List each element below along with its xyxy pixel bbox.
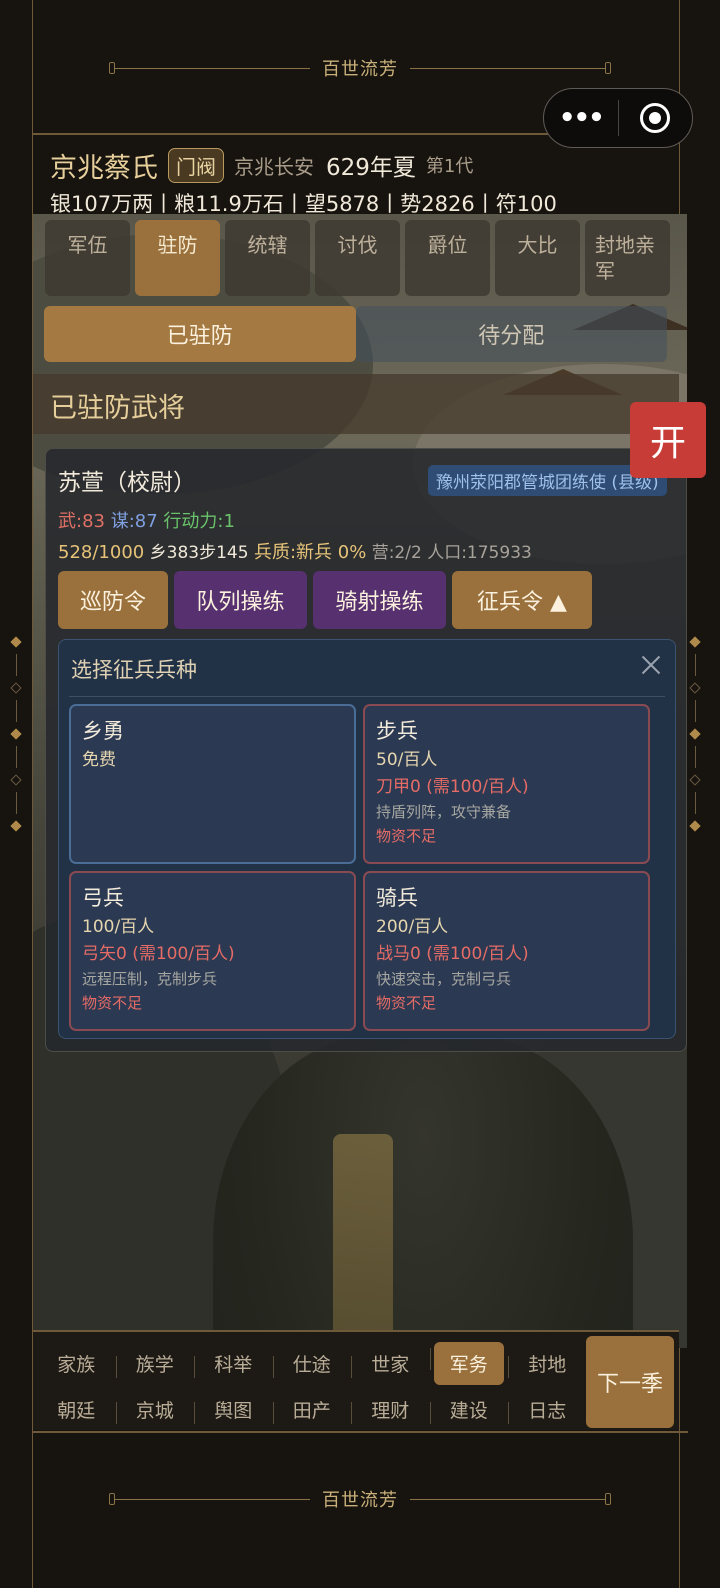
general-card: 苏萱（校尉） 豫州荥阳郡管城团练使 (县级) 武:83 谋:87 行动力:1 5… — [45, 448, 687, 1052]
nav-log[interactable]: 日志 — [508, 1396, 587, 1424]
nav-capital[interactable]: 京城 — [115, 1396, 195, 1424]
nav-court[interactable]: 朝廷 — [37, 1396, 116, 1423]
tab-command[interactable]: 统辖 — [225, 220, 310, 296]
panel-divider — [69, 696, 665, 697]
banner-line-left — [115, 67, 310, 69]
tab-garrison[interactable]: 驻防 — [135, 220, 220, 296]
banner-line-right — [410, 1498, 605, 1500]
troop-quality: 兵质:新兵 0% — [253, 542, 367, 563]
more-menu-icon[interactable]: ••• — [544, 103, 618, 133]
clan-header: 京兆蔡氏 门阀 京兆长安 629年夏 第1代 银107万两丨粮11.9万石丨望5… — [50, 146, 680, 218]
section-title: 已驻防武将 — [33, 374, 679, 434]
current-season: 629年夏 — [326, 155, 416, 181]
clan-rank-badge: 门阀 — [168, 147, 224, 183]
nav-exam[interactable]: 科举 — [194, 1350, 273, 1378]
nav-map[interactable]: 舆图 — [194, 1396, 273, 1424]
nav-military[interactable]: 军务 — [429, 1341, 509, 1385]
option-warning: 物资不足 — [376, 827, 437, 845]
troop-option-infantry[interactable]: 步兵 50/百人 刀甲0 (需100/百人) 持盾列阵，攻守兼备 物资不足 — [363, 704, 650, 864]
general-actions: 巡防令 队列操练 骑射操练 征兵令 ▲ — [58, 571, 592, 629]
nav-career[interactable]: 仕途 — [272, 1350, 352, 1378]
nav-noble-houses[interactable]: 世家 — [351, 1350, 430, 1378]
option-requirement: 刀甲0 (需100/百人) — [376, 777, 529, 797]
nav-construction[interactable]: 建设 — [429, 1396, 509, 1424]
formation-drill-button[interactable]: 队列操练 — [174, 571, 307, 629]
archery-drill-button[interactable]: 骑射操练 — [313, 571, 446, 629]
subtab-unassigned[interactable]: 待分配 — [355, 306, 667, 362]
miniprogram-capsule: ••• — [543, 88, 693, 148]
top-banner: 百世流芳 — [32, 48, 688, 88]
patrol-order-button[interactable]: 巡防令 — [58, 571, 168, 629]
character-figure — [213, 1034, 633, 1348]
option-cost: 100/百人 — [82, 917, 155, 937]
conscript-order-button[interactable]: 征兵令 ▲ — [452, 571, 592, 629]
open-button[interactable]: 开 — [630, 402, 706, 478]
military-tabs: 军伍 驻防 统辖 讨伐 爵位 大比 封地亲军 — [45, 220, 670, 296]
character-sash — [333, 1134, 393, 1348]
subtab-garrisoned[interactable]: 已驻防 — [44, 306, 356, 362]
option-description: 远程压制，克制步兵 — [82, 970, 218, 988]
banner-cap-right — [605, 1493, 611, 1505]
troop-option-archer[interactable]: 弓兵 100/百人 弓矢0 (需100/百人) 远程压制，克制步兵 物资不足 — [69, 871, 356, 1031]
generation: 第1代 — [425, 156, 474, 177]
option-name: 乡勇 — [82, 719, 124, 743]
troop-count: 528/1000 — [58, 542, 145, 563]
nav-clan-school[interactable]: 族学 — [115, 1350, 195, 1378]
conscript-panel: 选择征兵兵种 乡勇 免费 步兵 50/百人 刀甲0 (需100/百人) 持盾列阵… — [58, 639, 676, 1039]
option-name: 弓兵 — [82, 886, 124, 910]
force-stat: 武:83 — [58, 511, 105, 532]
general-attributes: 武:83 谋:87 行动力:1 — [58, 507, 235, 533]
right-ornament — [689, 636, 701, 832]
option-name: 骑兵 — [376, 886, 418, 910]
option-warning: 物资不足 — [82, 994, 143, 1012]
option-warning: 物资不足 — [376, 994, 437, 1012]
option-description: 持盾列阵，攻守兼备 — [376, 803, 512, 821]
bottom-navigation: 家族 族学 科举 仕途 世家 军务 封地 朝廷 京城 舆图 田产 理财 建设 日… — [33, 1330, 679, 1430]
nav-fief[interactable]: 封地 — [508, 1350, 587, 1378]
banner-line-right — [410, 67, 605, 69]
option-name: 步兵 — [376, 719, 418, 743]
camp-count: 营:2/2 — [371, 543, 422, 563]
target-icon — [640, 103, 671, 133]
troop-stats: 528/1000 乡383步145 兵质:新兵 0% 营:2/2 人口:1759… — [58, 538, 532, 564]
clan-place: 京兆长安 — [234, 154, 314, 179]
option-cost: 免费 — [82, 750, 116, 770]
option-cost: 50/百人 — [376, 750, 438, 770]
nav-estates[interactable]: 田产 — [272, 1396, 352, 1424]
close-miniprogram-button[interactable] — [619, 103, 693, 133]
action-points: 行动力:1 — [163, 511, 235, 532]
troop-option-militia[interactable]: 乡勇 免费 — [69, 704, 356, 864]
next-season-button[interactable]: 下一季 — [586, 1336, 674, 1428]
option-cost: 200/百人 — [376, 917, 449, 937]
troop-option-cavalry[interactable]: 骑兵 200/百人 战马0 (需100/百人) 快速突击，克制弓兵 物资不足 — [363, 871, 650, 1031]
nav-family[interactable]: 家族 — [37, 1350, 116, 1377]
tab-army[interactable]: 军伍 — [45, 220, 130, 296]
left-ornament — [10, 636, 22, 832]
strategy-stat: 谋:87 — [110, 511, 158, 532]
banner-cap-right — [605, 62, 611, 74]
clan-name: 京兆蔡氏 — [50, 152, 158, 184]
nav-military-label: 军务 — [433, 1341, 504, 1385]
banner-title: 百世流芳 — [322, 1490, 398, 1511]
option-description: 快速突击，克制弓兵 — [376, 970, 512, 988]
option-requirement: 弓矢0 (需100/百人) — [82, 944, 235, 964]
garrison-subtabs: 已驻防 待分配 — [44, 306, 667, 362]
close-icon[interactable] — [639, 653, 663, 677]
population: 人口:175933 — [427, 543, 532, 563]
nav-finance[interactable]: 理财 — [351, 1396, 430, 1424]
tab-contest[interactable]: 大比 — [495, 220, 580, 296]
troop-composition: 乡383步145 — [149, 543, 249, 563]
tab-campaign[interactable]: 讨伐 — [315, 220, 400, 296]
option-requirement: 战马0 (需100/百人) — [376, 944, 529, 964]
banner-line-left — [115, 1498, 310, 1500]
general-name: 苏萱（校尉） — [58, 470, 196, 496]
tab-fief-guard[interactable]: 封地亲军 — [585, 220, 670, 296]
banner-title: 百世流芳 — [322, 59, 398, 80]
bottom-banner: 百世流芳 — [32, 1479, 688, 1519]
tab-nobility[interactable]: 爵位 — [405, 220, 490, 296]
conscript-panel-title: 选择征兵兵种 — [71, 658, 197, 682]
